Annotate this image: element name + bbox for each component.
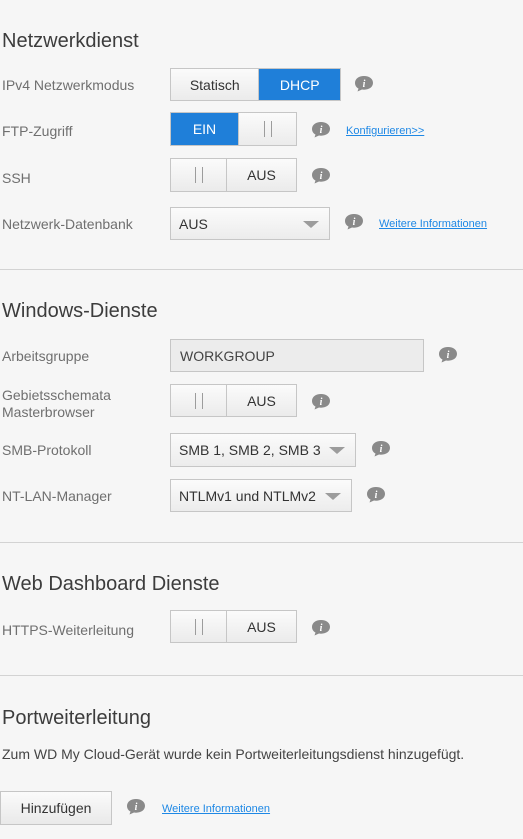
workgroup-input[interactable]: WORKGROUP [170, 339, 424, 372]
info-icon[interactable]: i [311, 167, 331, 184]
svg-text:i: i [135, 802, 138, 813]
section-title-port: Portweiterleitung [2, 707, 151, 729]
port-forwarding-message: Zum WD My Cloud-Gerät wurde kein Portwei… [2, 746, 465, 762]
info-icon[interactable]: i [311, 619, 331, 636]
section-divider [0, 675, 523, 676]
smb-label: SMB-Protokoll [2, 442, 92, 458]
toggle-grip-icon[interactable] [171, 611, 227, 642]
ftp-toggle-state: EIN [171, 113, 238, 145]
section-divider [0, 269, 523, 270]
workgroup-label: Arbeitsgruppe [2, 348, 90, 364]
svg-text:i: i [320, 397, 323, 408]
network-db-label: Netzwerk-Datenbank [2, 216, 133, 232]
ftp-toggle[interactable]: EIN [170, 112, 297, 146]
ssh-toggle[interactable]: AUS [170, 158, 297, 192]
info-icon[interactable]: i [438, 346, 458, 363]
section-divider [0, 542, 523, 543]
smb-protocol-select[interactable]: SMB 1, SMB 2, SMB 3 [170, 433, 356, 467]
ntlm-label: NT-LAN-Manager [2, 488, 112, 504]
ipv4-label: IPv4 Netzwerkmodus [2, 77, 135, 93]
section-title-web: Web Dashboard Dienste [2, 573, 220, 595]
ssh-toggle-state: AUS [227, 159, 296, 191]
ssh-label: SSH [2, 170, 31, 186]
smb-protocol-value: SMB 1, SMB 2, SMB 3 [179, 442, 321, 458]
info-icon[interactable]: i [344, 213, 364, 230]
ftp-label: FTP-Zugriff [2, 123, 73, 139]
toggle-grip-icon[interactable] [238, 113, 296, 145]
master-browser-label-line2: Masterbrowser [2, 404, 95, 420]
chevron-down-icon [303, 220, 319, 228]
section-title-windows: Windows-Dienste [2, 300, 158, 322]
ipv4-static-option[interactable]: Statisch [171, 69, 260, 100]
info-icon[interactable]: i [126, 798, 146, 815]
info-icon[interactable]: i [366, 486, 386, 503]
add-port-forwarding-button[interactable]: Hinzufügen [0, 791, 112, 825]
master-browser-label-line1: Gebietsschemata [2, 387, 111, 403]
port-info-link[interactable]: Weitere Informationen [162, 803, 270, 815]
svg-text:i: i [447, 350, 450, 361]
svg-text:i: i [375, 490, 378, 501]
ipv4-dhcp-option[interactable]: DHCP [259, 69, 340, 100]
info-icon[interactable]: i [371, 440, 391, 457]
svg-text:i: i [363, 79, 366, 90]
info-icon[interactable]: i [354, 75, 374, 92]
toggle-grip-icon[interactable] [171, 385, 227, 416]
network-db-value: AUS [179, 215, 208, 232]
svg-text:i: i [353, 217, 356, 228]
ipv4-mode-segmented[interactable]: Statisch DHCP [170, 68, 341, 101]
master-browser-toggle[interactable]: AUS [170, 384, 297, 417]
chevron-down-icon [329, 447, 345, 454]
svg-text:i: i [320, 171, 323, 182]
svg-text:i: i [320, 125, 323, 136]
ntlm-select[interactable]: NTLMv1 und NTLMv2 [170, 479, 352, 512]
https-toggle[interactable]: AUS [170, 610, 297, 643]
https-label: HTTPS-Weiterleitung [2, 622, 135, 638]
info-icon[interactable]: i [311, 121, 331, 138]
master-browser-toggle-state: AUS [227, 385, 296, 416]
svg-text:i: i [380, 444, 383, 455]
https-toggle-state: AUS [227, 611, 296, 642]
network-db-select[interactable]: AUS [170, 207, 330, 240]
toggle-grip-icon[interactable] [171, 159, 227, 191]
info-icon[interactable]: i [311, 393, 331, 410]
svg-text:i: i [320, 623, 323, 634]
ftp-configure-link[interactable]: Konfigurieren>> [346, 125, 424, 137]
section-title-network: Netzwerkdienst [2, 30, 139, 52]
ntlm-value: NTLMv1 und NTLMv2 [179, 487, 316, 504]
network-db-info-link[interactable]: Weitere Informationen [379, 218, 487, 230]
chevron-down-icon [325, 492, 341, 500]
master-browser-label: Gebietsschemata Masterbrowser [2, 387, 111, 421]
